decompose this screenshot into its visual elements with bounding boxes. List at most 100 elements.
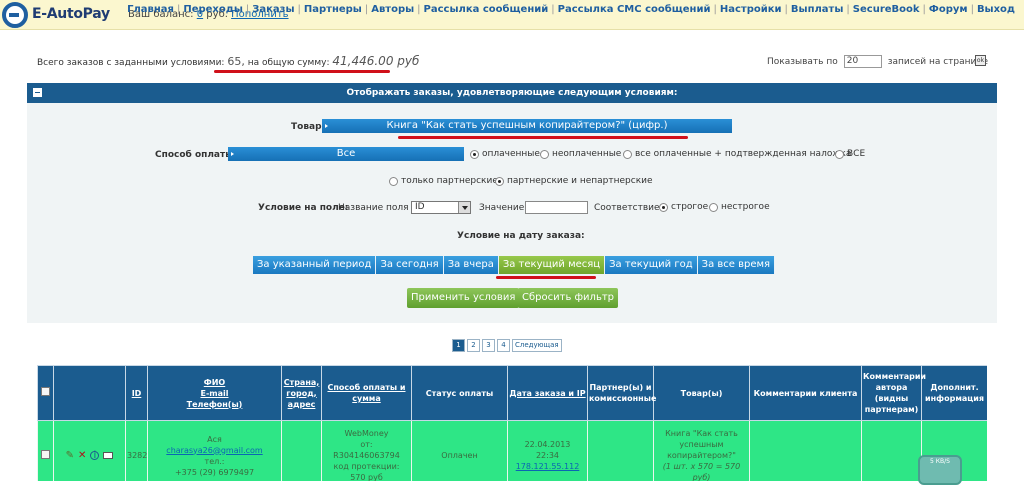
row-ip-link[interactable]: 178.121.55.112 xyxy=(516,462,580,471)
payment-label: Способ оплаты: xyxy=(155,150,237,160)
nav-logout[interactable]: Выход xyxy=(974,4,1018,15)
nav-securebook[interactable]: SecureBook xyxy=(850,4,923,15)
orders-table: ID ФИО E-mail Телефон(ы) Страна, город, … xyxy=(37,365,987,481)
author-comment-header-label: Комментарии xyxy=(863,372,927,381)
row-partner xyxy=(587,420,654,481)
reset-button[interactable]: Сбросить фильтр xyxy=(518,288,619,308)
id-header[interactable]: ID xyxy=(125,365,148,421)
radio-only-partner[interactable]: только партнерские xyxy=(389,176,498,186)
row-time-value: 22:34 xyxy=(535,451,560,460)
summary-sum-value: 41,446.00 руб xyxy=(332,54,420,68)
nav-settings[interactable]: Настройки xyxy=(717,4,785,15)
info-icon[interactable]: i xyxy=(90,451,100,461)
per-page-input[interactable]: 20 xyxy=(843,55,882,68)
period-current-year-button[interactable]: За текущий год xyxy=(605,256,698,274)
radio-icon xyxy=(623,149,632,159)
period-today-button[interactable]: За сегодня xyxy=(376,256,444,274)
row-product-name: Книга "Как стать успешным копирайтером?" xyxy=(665,429,738,460)
product-select[interactable]: Книга "Как стать успешным копирайтером?"… xyxy=(322,119,732,133)
radio-all[interactable]: ВСЕ xyxy=(835,149,865,159)
period-custom-button[interactable]: За указанный период xyxy=(253,256,377,274)
nav-sms-mailing[interactable]: Рассылка СМС сообщений xyxy=(555,4,714,15)
page-1[interactable]: 1 xyxy=(452,339,465,352)
date-header[interactable]: Дата заказа и IP xyxy=(507,365,588,421)
logo[interactable]: E-AutoPay xyxy=(2,2,122,28)
per-page-ok-button[interactable]: ok xyxy=(975,55,986,66)
email-header-label: E-mail xyxy=(200,388,229,398)
expand-arrow-icon xyxy=(325,124,328,128)
mail-icon[interactable] xyxy=(103,452,114,459)
period-buttons: За указанный период За сегодня За вчера … xyxy=(253,256,776,274)
table-header-row: ID ФИО E-mail Телефон(ы) Страна, город, … xyxy=(37,365,987,421)
radio-label: все оплаченные + подтвержденная наложка xyxy=(635,149,852,159)
filter-title: Отображать заказы, удовлетворяющие следу… xyxy=(346,88,678,98)
product-select-value: Книга "Как стать успешным копирайтером?"… xyxy=(386,120,668,131)
nav-mailing[interactable]: Рассылка сообщений xyxy=(421,4,552,15)
nav-home[interactable]: Главная xyxy=(124,4,177,15)
radio-unpaid[interactable]: неоплаченные xyxy=(540,149,621,159)
match-label: Соответствие: xyxy=(594,203,663,213)
row-email-link[interactable]: charasya26@gmail.com xyxy=(166,446,262,455)
row-actions-cell: ✎ ✕ i xyxy=(53,420,126,481)
page-2[interactable]: 2 xyxy=(467,339,480,352)
author-comment-header-label: партнерам) xyxy=(864,405,919,414)
row-location xyxy=(281,420,322,481)
row-status: Оплачен xyxy=(411,420,508,481)
select-all-cell xyxy=(37,365,54,421)
location-header[interactable]: Страна, город, адрес xyxy=(281,365,322,421)
nav-forum[interactable]: Форум xyxy=(926,4,971,15)
partner-header-label: Партнер(ы) и комиссионные xyxy=(589,383,657,403)
radio-non-strict[interactable]: нестрогое xyxy=(709,202,770,212)
location-header-label: Страна, xyxy=(283,377,320,387)
select-all-checkbox[interactable] xyxy=(41,387,50,396)
nav-transitions[interactable]: Переходы xyxy=(180,4,246,15)
row-phone: +375 (29) 6979497 xyxy=(174,467,255,477)
status-header-label: Статус оплаты xyxy=(425,388,494,398)
edit-icon[interactable]: ✎ xyxy=(66,450,74,461)
payment-header-label: Способ оплаты и сумма xyxy=(327,383,406,403)
collapse-icon[interactable] xyxy=(33,88,42,97)
page-3[interactable]: 3 xyxy=(482,339,495,352)
row-contact: Ася charasya26@gmail.com тел.: +375 (29)… xyxy=(147,420,282,481)
radio-icon xyxy=(709,202,718,212)
row-date-value: 22.04.2013 xyxy=(524,440,571,449)
payment-select[interactable]: Все xyxy=(228,147,464,161)
radio-paid[interactable]: оплаченные xyxy=(470,149,540,159)
row-checkbox[interactable] xyxy=(41,449,50,459)
radio-label: неоплаченные xyxy=(552,149,622,159)
radio-partner-and-non[interactable]: партнерские и непартнерские xyxy=(495,176,653,186)
radio-label: оплаченные xyxy=(482,149,540,159)
radio-icon xyxy=(495,176,504,186)
period-underline xyxy=(496,276,596,279)
payment-header[interactable]: Способ оплаты и сумма xyxy=(321,365,412,421)
nav-authors[interactable]: Авторы xyxy=(368,4,417,15)
fio-header-label: ФИО xyxy=(203,377,226,387)
next-page[interactable]: Следующая xyxy=(512,339,562,352)
row-pay-method: WebMoney xyxy=(344,429,389,438)
chevron-down-icon xyxy=(458,202,470,213)
value-input[interactable] xyxy=(525,201,588,214)
apply-button[interactable]: Применить условия xyxy=(407,288,520,308)
radio-label: партнерские и непартнерские xyxy=(507,176,653,186)
delete-icon[interactable]: ✕ xyxy=(78,450,86,461)
radio-strict[interactable]: строгое xyxy=(659,202,708,212)
phone-header-label: Телефон(ы) xyxy=(186,399,243,409)
radio-label: ВСЕ xyxy=(847,149,866,159)
period-yesterday-button[interactable]: За вчера xyxy=(443,256,499,274)
row-phone-label: тел.: xyxy=(204,456,225,466)
radio-paid-cod[interactable]: все оплаченные + подтвержденная наложка xyxy=(623,149,851,159)
main-nav: Главная | Переходы | Заказы | Партнеры | Авт… xyxy=(124,4,1018,15)
page-4[interactable]: 4 xyxy=(497,339,510,352)
nav-partners[interactable]: Партнеры xyxy=(301,4,365,15)
orders-summary: Всего заказов с заданными условиями: 65,… xyxy=(37,54,419,68)
radio-label: только партнерские xyxy=(401,176,498,186)
nav-orders[interactable]: Заказы xyxy=(249,4,297,15)
field-name-select[interactable]: ID xyxy=(411,201,471,214)
nav-payouts[interactable]: Выплаты xyxy=(788,4,847,15)
fio-header[interactable]: ФИО E-mail Телефон(ы) xyxy=(147,365,282,421)
field-name-label: Название поля xyxy=(338,203,409,213)
row-pay-from: от: xyxy=(360,440,373,449)
period-current-month-button[interactable]: За текущий месяц xyxy=(498,256,606,274)
status-header: Статус оплаты xyxy=(411,365,508,421)
period-all-time-button[interactable]: За все время xyxy=(697,256,776,274)
